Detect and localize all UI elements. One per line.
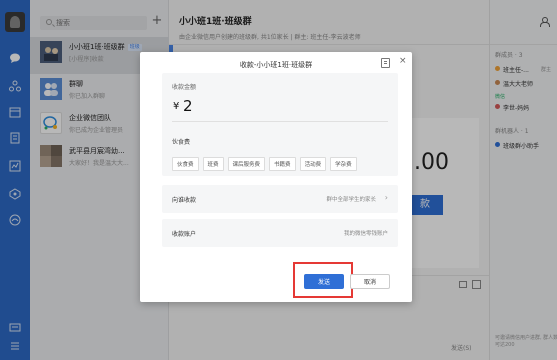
payer-row[interactable]: 向谁收款 群中全部学生的家长 › — [162, 185, 398, 213]
fee-chip[interactable]: 学杂费 — [330, 157, 357, 171]
payment-dialog: 收款-小小班1班·班级群 × 收款金额 ¥ 2 伙食费 伙食费 班费 课后服务费… — [140, 52, 412, 302]
fee-chip[interactable]: 活动费 — [299, 157, 327, 171]
fee-chip[interactable]: 书籍费 — [269, 157, 296, 171]
fee-chip[interactable]: 课后服务费 — [227, 157, 266, 171]
fee-chips: 伙食费 班费 课后服务费 书籍费 活动费 学杂费 — [172, 157, 357, 171]
dialog-title: 收款-小小班1班·班级群 — [239, 61, 313, 69]
record-icon[interactable] — [381, 58, 390, 68]
amount-label: 收款金额 — [172, 84, 197, 91]
send-button[interactable]: 发送 — [304, 274, 344, 289]
payer-label: 向谁收款 — [172, 197, 197, 204]
fee-name-field[interactable]: 伙食费 — [172, 137, 190, 146]
account-value: 我的微信零钱账户 — [343, 231, 388, 237]
currency-symbol: ¥ — [173, 101, 180, 112]
cancel-button[interactable]: 取消 — [350, 274, 390, 289]
account-row: 收款账户 我的微信零钱账户 — [162, 219, 398, 247]
chevron-right-icon: › — [384, 193, 388, 202]
amount-panel: 收款金额 ¥ 2 伙食费 伙食费 班费 课后服务费 书籍费 活动费 学杂费 — [162, 73, 398, 176]
payer-value: 群中全部学生的家长 — [326, 197, 376, 203]
fee-chip[interactable]: 班费 — [202, 157, 224, 171]
divider — [172, 121, 388, 122]
account-label: 收款账户 — [172, 231, 197, 238]
fee-chip[interactable]: 伙食费 — [172, 157, 199, 171]
close-icon[interactable]: × — [399, 56, 407, 66]
amount-input[interactable]: 2 — [183, 97, 193, 115]
